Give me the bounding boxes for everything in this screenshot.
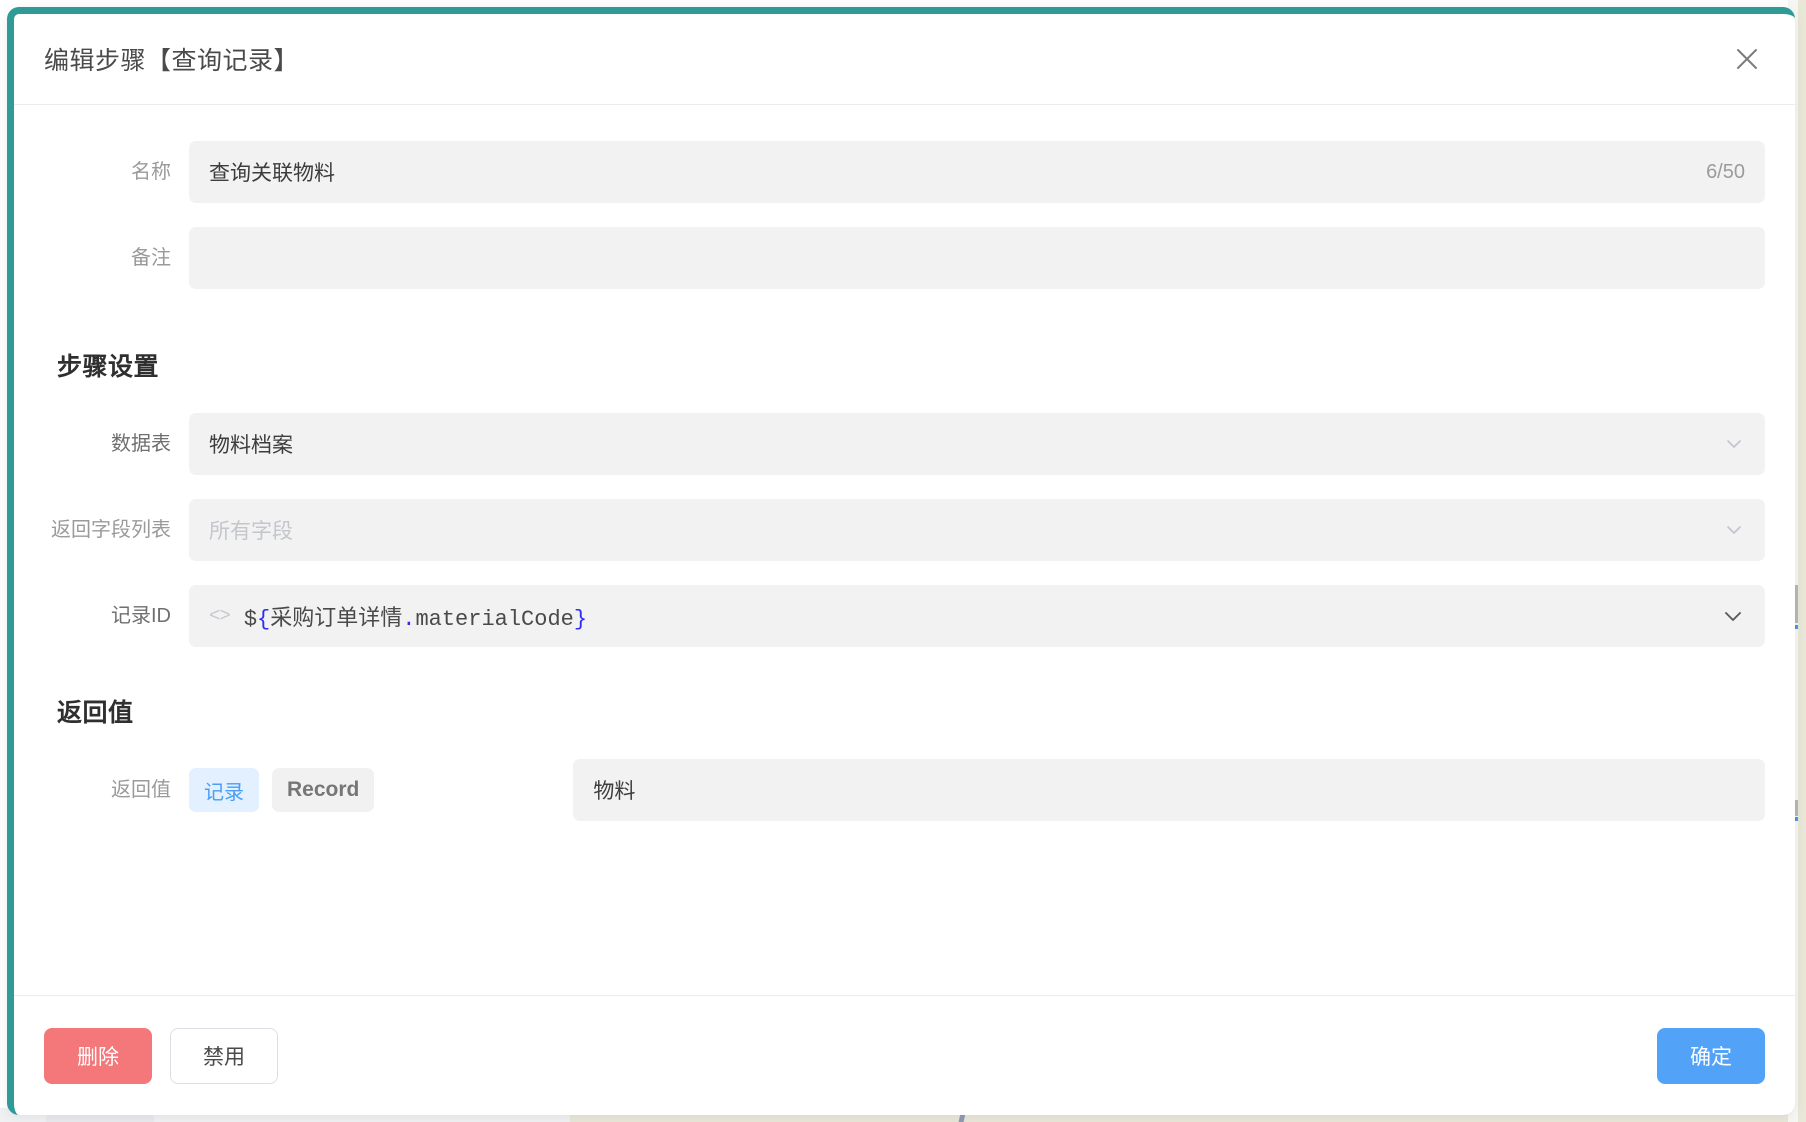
page-title: 编辑步骤【查询记录】 <box>44 41 299 77</box>
record-id-expression-input[interactable]: <> ${采购订单详情.materialCode} <box>189 585 1765 647</box>
data-table-select[interactable]: 物料档案 <box>189 413 1765 475</box>
return-fields-placeholder: 所有字段 <box>209 515 293 545</box>
disable-button[interactable]: 禁用 <box>170 1028 278 1084</box>
form-row-remark: 备注 <box>14 227 1795 289</box>
expression-dot: . <box>402 607 415 632</box>
form-row-data-table: 数据表 物料档案 <box>14 413 1795 475</box>
expression-dollar: $ <box>244 607 257 632</box>
name-input[interactable]: 查询关联物料 6/50 <box>189 141 1765 203</box>
edit-step-modal: 编辑步骤【查询记录】 名称 查询关联物料 6/50 备注 步 <box>7 7 1795 1115</box>
return-type-tag-en[interactable]: Record <box>272 768 374 812</box>
modal-header: 编辑步骤【查询记录】 <box>14 14 1795 105</box>
data-table-value: 物料档案 <box>209 429 293 459</box>
record-id-expression: ${采购订单详情.materialCode} <box>244 600 587 632</box>
confirm-button[interactable]: 确定 <box>1657 1028 1765 1084</box>
modal-footer: 删除 禁用 确定 <box>14 995 1795 1115</box>
form-row-return-value: 返回值 记录 Record 物料 <box>14 759 1795 821</box>
expression-open-brace: { <box>257 607 270 632</box>
chevron-down-icon <box>1723 519 1745 541</box>
name-input-value: 查询关联物料 <box>209 157 335 187</box>
chevron-down-icon[interactable] <box>1721 604 1745 628</box>
return-type-tag-cn[interactable]: 记录 <box>189 768 259 812</box>
return-value-input-value: 物料 <box>593 775 635 805</box>
return-value-input[interactable]: 物料 <box>573 759 1765 821</box>
remark-input[interactable] <box>189 227 1765 289</box>
expression-table: 采购订单详情 <box>270 607 402 632</box>
return-fields-label: 返回字段列表 <box>14 499 189 561</box>
expression-close-brace: } <box>574 607 587 632</box>
form-row-record-id: 记录ID <> ${采购订单详情.materialCode} <box>14 585 1795 647</box>
record-id-label: 记录ID <box>14 585 189 647</box>
remark-label: 备注 <box>14 227 189 289</box>
code-brackets-icon: <> <box>209 605 230 627</box>
close-button[interactable] <box>1727 39 1767 79</box>
form-row-return-fields: 返回字段列表 所有字段 <box>14 499 1795 561</box>
form-row-name: 名称 查询关联物料 6/50 <box>14 141 1795 203</box>
delete-button[interactable]: 删除 <box>44 1028 152 1084</box>
return-fields-select[interactable]: 所有字段 <box>189 499 1765 561</box>
name-char-counter: 6/50 <box>1706 161 1745 184</box>
name-label: 名称 <box>14 141 189 203</box>
modal-body: 名称 查询关联物料 6/50 备注 步骤设置 数据表 物料档案 <box>14 105 1795 995</box>
close-icon <box>1734 46 1760 72</box>
chevron-down-icon <box>1723 433 1745 455</box>
expression-field: materialCode <box>415 607 573 632</box>
return-value-heading: 返回值 <box>57 693 1795 729</box>
step-settings-heading: 步骤设置 <box>57 347 1795 383</box>
background-right-edge <box>1798 0 1806 1122</box>
data-table-label: 数据表 <box>14 413 189 475</box>
return-value-label: 返回值 <box>14 759 189 821</box>
